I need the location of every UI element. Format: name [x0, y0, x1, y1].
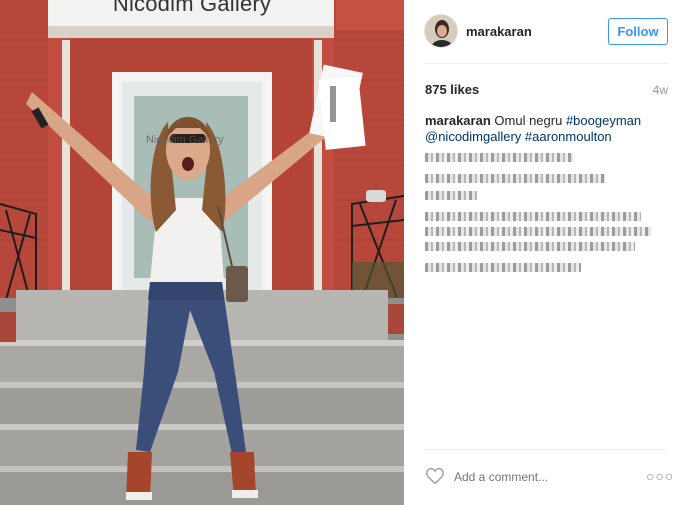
gallery-sign-text: Nicodim Gallery: [112, 0, 272, 16]
obscured-comment-line: [425, 174, 605, 183]
follow-button[interactable]: Follow: [608, 18, 668, 45]
post-age[interactable]: 4w: [653, 83, 668, 97]
obscured-comment-line: [425, 227, 651, 236]
comment-input[interactable]: [454, 469, 624, 485]
obscured-comment-line: [425, 242, 635, 251]
post-header: marakaran Follow: [404, 0, 688, 63]
footer-divider: [424, 449, 668, 450]
obscured-comment-line: [425, 191, 477, 200]
caption-username[interactable]: marakaran: [425, 113, 491, 128]
photo-illustration: [0, 0, 404, 505]
caption-tag-aaronmoulton[interactable]: #aaronmoulton: [525, 129, 612, 144]
caption-tag-nicodimgallery[interactable]: @nicodimgallery: [425, 129, 521, 144]
obscured-comment-line: [425, 153, 573, 162]
obscured-comment-line: [425, 212, 641, 221]
caption-text: Omul negru: [494, 113, 563, 128]
post-caption: marakaran Omul negru #boogeyman @nicodim…: [425, 113, 665, 145]
avatar[interactable]: [424, 14, 458, 48]
post-photo[interactable]: Nicodim Gallery Nicodim Gallery: [0, 0, 404, 505]
more-options-icon[interactable]: ○○○: [646, 468, 674, 484]
header-username[interactable]: marakaran: [466, 24, 532, 39]
obscured-comment-line: [425, 263, 581, 272]
likes-count[interactable]: 875 likes: [425, 82, 479, 97]
header-divider: [424, 63, 668, 64]
door-glass-text: Nicodim Gallery: [146, 134, 224, 146]
post-side-panel: marakaran Follow 875 likes 4w marakaran …: [404, 0, 688, 505]
caption-tag-boogeyman[interactable]: #boogeyman: [566, 113, 641, 128]
heart-icon[interactable]: [425, 467, 445, 485]
avatar-image: [425, 15, 457, 47]
